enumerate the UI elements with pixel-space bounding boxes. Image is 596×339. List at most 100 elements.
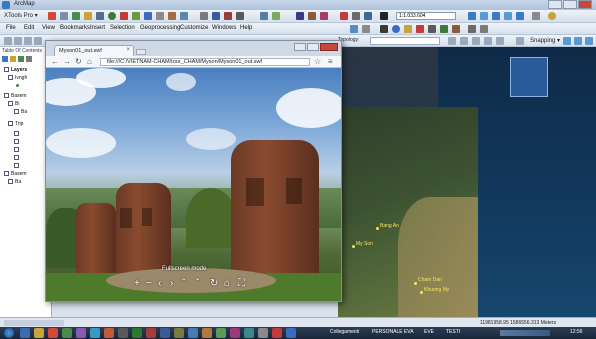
toc-layer[interactable]: Trip xyxy=(8,121,23,127)
snapping-menu[interactable]: Snapping ▾ xyxy=(530,37,560,44)
layer-checkbox[interactable] xyxy=(4,93,9,99)
home-view-icon[interactable]: ⌂ xyxy=(224,278,230,289)
taskbar-app-icon[interactable] xyxy=(272,328,282,338)
toolbar-icon[interactable] xyxy=(132,12,140,20)
toolbar-icon[interactable] xyxy=(168,12,176,20)
list-by-drawing-order-icon[interactable] xyxy=(2,56,8,62)
toolbar-icon[interactable] xyxy=(308,12,316,20)
toolbar-icon[interactable] xyxy=(260,12,268,20)
toolbar-icon[interactable] xyxy=(272,12,280,20)
toolbar-icon[interactable] xyxy=(296,12,304,20)
menu-customize[interactable]: Customize xyxy=(180,25,208,31)
map-scale-input[interactable]: 1:1.033.604 xyxy=(396,12,456,20)
autorotate-icon[interactable]: ↻ xyxy=(210,278,218,289)
toolbar-icon[interactable] xyxy=(60,12,68,20)
toolbar-icon[interactable] xyxy=(468,25,476,33)
toolbar-icon[interactable] xyxy=(516,12,524,20)
toc-layer-group[interactable]: Layers xyxy=(4,67,27,73)
help-icon[interactable] xyxy=(548,12,556,20)
home-icon[interactable]: ⌂ xyxy=(87,57,92,66)
fullscreen-icon[interactable]: ⛶ xyxy=(238,278,245,289)
pan-up-icon[interactable]: ˆ xyxy=(182,278,185,289)
toolbar-icon[interactable] xyxy=(480,25,488,33)
toolbar-icon[interactable] xyxy=(468,12,476,20)
browser-minimize-button[interactable] xyxy=(294,43,306,51)
taskbar-app-icon[interactable] xyxy=(216,328,226,338)
toolbar-icon[interactable] xyxy=(156,12,164,20)
list-by-visibility-icon[interactable] xyxy=(18,56,24,62)
toolbar-icon[interactable] xyxy=(200,12,208,20)
map-point[interactable] xyxy=(376,227,379,230)
layer-checkbox[interactable] xyxy=(4,171,9,177)
map-point[interactable] xyxy=(420,291,423,294)
layer-checkbox[interactable] xyxy=(14,139,19,144)
pan-right-icon[interactable]: › xyxy=(170,278,173,289)
toolbar-icon[interactable] xyxy=(563,37,571,45)
toolbar-icon[interactable] xyxy=(320,12,328,20)
taskbar-app-icon[interactable] xyxy=(244,328,254,338)
new-tab-button[interactable] xyxy=(136,49,146,55)
toolbar-icon[interactable] xyxy=(404,25,412,33)
taskbar-app-icon[interactable] xyxy=(258,328,268,338)
toolbar-icon[interactable] xyxy=(380,12,388,20)
layer-checkbox[interactable] xyxy=(8,101,13,107)
toolbar-icon[interactable] xyxy=(428,25,436,33)
map-view[interactable]: Bang An My Son Cham Dan Khuong My xyxy=(338,47,596,317)
toc-layer[interactable]: Ba xyxy=(14,109,27,115)
layer-checkbox[interactable] xyxy=(8,121,13,127)
toolbar-icon[interactable] xyxy=(236,12,244,20)
taskbar-toolbar-label[interactable]: TESTI xyxy=(446,329,460,335)
taskbar-app-icon[interactable] xyxy=(188,328,198,338)
pan-down-icon[interactable]: ˇ xyxy=(196,278,199,289)
back-icon[interactable]: ← xyxy=(51,57,59,66)
menu-edit[interactable]: Edit xyxy=(24,25,34,31)
layer-checkbox[interactable] xyxy=(8,179,13,185)
toolbar-icon[interactable] xyxy=(585,37,593,45)
menu-selection[interactable]: Selection xyxy=(110,25,135,31)
taskbar-toolbar-label[interactable]: Collegamenti xyxy=(330,329,359,335)
toolbar-icon[interactable] xyxy=(504,12,512,20)
toolbar-icon[interactable] xyxy=(4,37,12,45)
toolbar-icon[interactable] xyxy=(350,25,358,33)
taskbar-app-icon[interactable] xyxy=(20,328,30,338)
toolbar-icon[interactable] xyxy=(180,12,188,20)
layer-checkbox[interactable] xyxy=(14,163,19,168)
layer-checkbox[interactable] xyxy=(14,131,19,136)
browser-close-button[interactable] xyxy=(320,43,338,51)
toolbar-icon[interactable] xyxy=(14,37,22,45)
taskbar-app-icon[interactable] xyxy=(146,328,156,338)
toolbar-icon[interactable] xyxy=(472,37,480,45)
taskbar-app-icon[interactable] xyxy=(174,328,184,338)
menu-insert[interactable]: Insert xyxy=(90,25,105,31)
toolbar-icon[interactable] xyxy=(364,12,372,20)
toolbar-icon[interactable] xyxy=(120,12,128,20)
taskbar-toolbar-label[interactable]: EVE xyxy=(424,329,434,335)
toolbar-icon[interactable] xyxy=(84,12,92,20)
zoom-out-icon[interactable]: − xyxy=(146,278,152,289)
menu-help[interactable]: Help xyxy=(240,25,252,31)
toc-layer[interactable]: Bi xyxy=(8,101,19,107)
menu-bookmarks[interactable]: Bookmarks xyxy=(60,25,90,31)
browser-maximize-button[interactable] xyxy=(307,43,319,51)
toolbar-icon[interactable] xyxy=(480,12,488,20)
toolbar-icon[interactable] xyxy=(144,12,152,20)
toolbar-icon[interactable] xyxy=(108,12,116,20)
taskbar-app-icon[interactable] xyxy=(118,328,128,338)
pan-left-icon[interactable]: ‹ xyxy=(158,278,161,289)
address-bar[interactable]: file:///C:/VIETNAM-CHAM/tour_CHAM/Myson/… xyxy=(100,58,310,66)
layer-checkbox[interactable] xyxy=(14,155,19,160)
toc-layer[interactable]: Ivngh xyxy=(8,75,27,81)
toolbar-icon[interactable] xyxy=(460,37,468,45)
toolbar-icon[interactable] xyxy=(24,37,32,45)
taskbar-app-icon[interactable] xyxy=(132,328,142,338)
toolbar-icon[interactable] xyxy=(380,25,388,33)
toolbar-icon[interactable] xyxy=(392,25,400,33)
toolbar-icon[interactable] xyxy=(96,12,104,20)
taskbar-app-icon[interactable] xyxy=(34,328,44,338)
taskbar-app-icon[interactable] xyxy=(76,328,86,338)
expand-icon[interactable] xyxy=(4,67,9,73)
taskbar-app-icon[interactable] xyxy=(202,328,212,338)
map-point[interactable] xyxy=(352,245,355,248)
toolbar-icon[interactable] xyxy=(452,25,460,33)
layer-checkbox[interactable] xyxy=(8,75,13,81)
